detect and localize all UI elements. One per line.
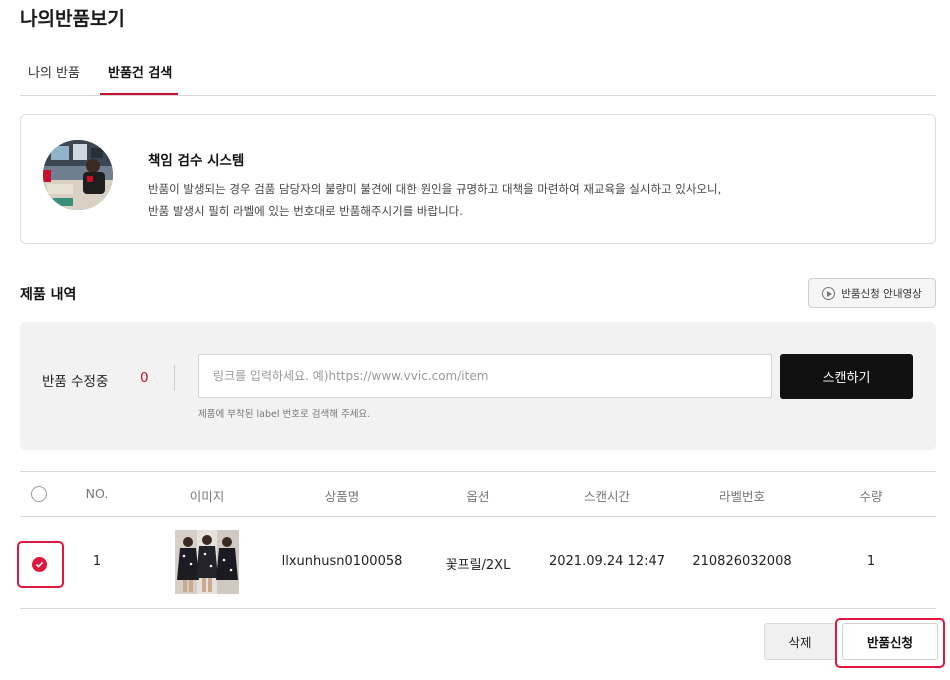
returns-in-progress-label: 반품 수정중 xyxy=(42,374,109,390)
play-icon xyxy=(822,286,836,300)
tab-my-returns[interactable]: 나의 반품 xyxy=(28,62,80,81)
table-row: 1 llxunhusn0100058 꽃프릴/2XL 2021.09.24 12… xyxy=(17,517,936,609)
row-product-name: llxunhusn0100058 xyxy=(281,554,403,569)
col-option: 옵션 xyxy=(466,489,490,504)
tab-return-search[interactable]: 반품건 검색 xyxy=(108,62,172,81)
scan-hint: 제품에 부착된 label 번호로 검색해 주세요. xyxy=(198,409,371,420)
table-header: NO. 이미지 상품명 옵션 스캔시간 라벨번호 수량 xyxy=(20,471,936,517)
request-return-button[interactable]: 반품신청 xyxy=(842,623,938,660)
col-product-name: 상품명 xyxy=(324,489,360,504)
row-no: 1 xyxy=(92,554,102,569)
select-all-radio[interactable] xyxy=(31,486,47,502)
check-icon xyxy=(35,561,44,568)
col-no: NO. xyxy=(85,486,109,501)
active-tab-indicator xyxy=(100,93,178,95)
product-thumbnail xyxy=(175,530,239,594)
info-title: 책임 검수 시스템 xyxy=(148,153,245,169)
col-scan-time: 스캔시간 xyxy=(583,489,631,504)
returns-in-progress-count: 0 xyxy=(140,370,149,386)
page-title: 나의반품보기 xyxy=(20,8,125,30)
col-quantity: 수량 xyxy=(859,489,883,504)
info-line-1: 반품이 발생되는 경우 검품 담당자의 불량미 불견에 대한 원인을 규명하고 … xyxy=(148,182,722,196)
guide-button-label: 반품신청 안내영상 xyxy=(841,287,922,300)
responsibility-info-box: 책임 검수 시스템 반품이 발생되는 경우 검품 담당자의 불량미 불견에 대한… xyxy=(20,114,936,244)
scan-button[interactable]: 스캔하기 xyxy=(780,354,913,399)
row-label-number: 210826032008 xyxy=(692,554,792,569)
row-checkbox-checked[interactable] xyxy=(32,557,47,572)
tab-bar: 나의 반품 반품건 검색 xyxy=(20,48,936,96)
return-guide-video-button[interactable]: 반품신청 안내영상 xyxy=(808,278,936,308)
col-label-number: 라벨번호 xyxy=(718,489,766,504)
col-image: 이미지 xyxy=(189,489,225,504)
scan-panel: 반품 수정중 0 스캔하기 제품에 부착된 label 번호로 검색해 주세요. xyxy=(20,322,936,450)
product-list-title: 제품 내역 xyxy=(20,287,77,303)
row-select-highlight[interactable] xyxy=(17,541,64,588)
row-quantity: 1 xyxy=(866,554,876,569)
divider xyxy=(174,365,175,391)
info-line-2: 반품 발생시 필히 라벨에 있는 번호대로 반품해주시기를 바랍니다. xyxy=(148,204,463,218)
info-description: 반품이 발생되는 경우 검품 담당자의 불량미 불견에 대한 원인을 규명하고 … xyxy=(148,178,721,222)
row-scan-time: 2021.09.24 12:47 xyxy=(548,554,666,569)
inspector-photo xyxy=(43,140,113,210)
link-input[interactable] xyxy=(198,354,772,398)
delete-button[interactable]: 삭제 xyxy=(764,623,836,660)
row-option: 꽃프릴/2XL xyxy=(445,558,511,573)
